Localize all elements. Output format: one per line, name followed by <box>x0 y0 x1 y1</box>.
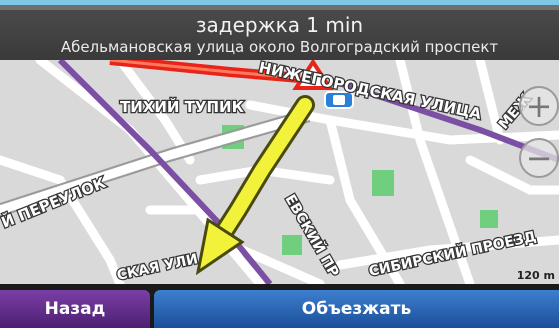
delay-text: задержка 1 min <box>195 13 364 37</box>
park-area <box>372 170 394 196</box>
street-info: Абельмановская улица около Волгоградский… <box>60 38 499 56</box>
back-button[interactable]: Назад <box>0 290 150 328</box>
map-scale-label: 120 m <box>516 269 555 282</box>
zoom-in-button[interactable]: + <box>519 86 559 126</box>
zoom-out-button[interactable]: − <box>519 138 559 178</box>
zoom-out-icon: − <box>525 139 553 177</box>
action-bar: Назад Объезжать <box>0 284 559 328</box>
street-label-skaya-uli: СКАЯ УЛИ <box>116 251 200 284</box>
traffic-header: задержка 1 min Абельмановская улица окол… <box>0 10 559 60</box>
park-area <box>480 210 498 228</box>
map-canvas: ! ТИХИЙ ТУПИК НИЖЕГОРОДСКАЯ УЛИЦА Й ПЕРЕ… <box>0 60 559 284</box>
navigator-screen: задержка 1 min Абельмановская улица окол… <box>0 0 559 328</box>
zoom-in-icon: + <box>525 87 553 125</box>
park-area <box>282 235 302 255</box>
detour-button[interactable]: Объезжать <box>154 290 559 328</box>
map-view[interactable]: ! ТИХИЙ ТУПИК НИЖЕГОРОДСКАЯ УЛИЦА Й ПЕРЕ… <box>0 60 559 284</box>
street-label-tikhiy-tupik: ТИХИЙ ТУПИК <box>120 97 245 116</box>
